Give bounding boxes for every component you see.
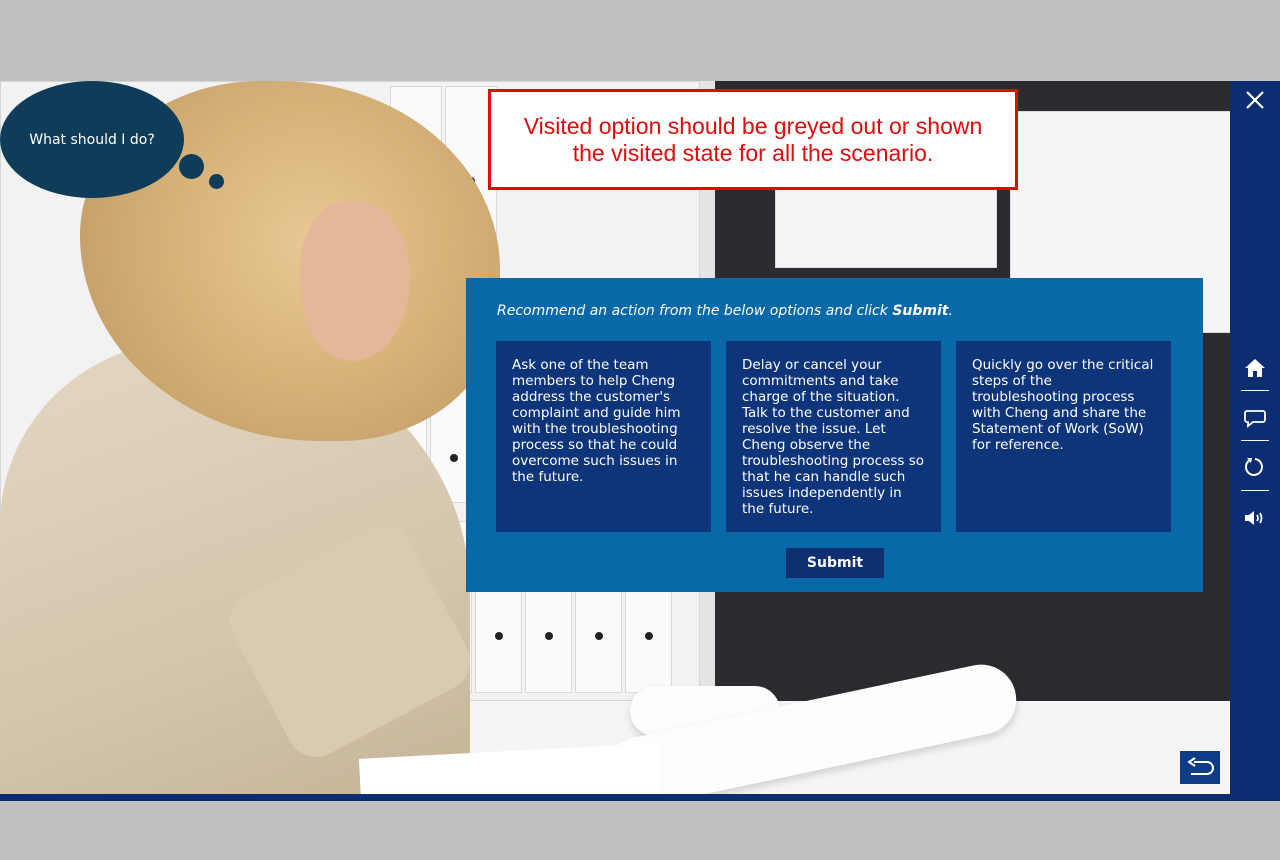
thought-bubble-dot — [209, 174, 224, 189]
thought-bubble-text: What should I do? — [29, 131, 155, 148]
close-icon — [1246, 91, 1264, 109]
volume-icon — [1245, 511, 1263, 525]
separator — [1241, 440, 1269, 441]
option-text: Ask one of the team members to help Chen… — [512, 357, 681, 485]
back-arrow-icon — [1187, 756, 1214, 775]
separator — [1241, 490, 1269, 491]
instruction-text: Recommend an action from the below optio… — [497, 303, 953, 319]
chat-button[interactable] — [1230, 406, 1280, 432]
option-card-3[interactable]: Quickly go over the critical steps of th… — [956, 341, 1171, 532]
home-icon — [1245, 359, 1265, 377]
home-button[interactable] — [1230, 355, 1280, 381]
right-navigation-bar — [1230, 81, 1280, 801]
option-card-2[interactable]: Delay or cancel your commitments and tak… — [726, 341, 941, 532]
instruction-submit-word: Submit — [892, 303, 949, 319]
replay-button[interactable] — [1230, 454, 1280, 480]
review-annotation-text: Visited option should be greyed out or s… — [523, 112, 983, 166]
replay-icon — [1245, 458, 1263, 476]
chat-icon — [1244, 410, 1266, 428]
volume-button[interactable] — [1230, 505, 1280, 531]
question-panel: Recommend an action from the below optio… — [466, 278, 1203, 592]
option-text: Delay or cancel your commitments and tak… — [742, 357, 925, 517]
submit-button[interactable]: Submit — [786, 548, 884, 578]
separator — [1241, 390, 1269, 391]
close-button[interactable] — [1230, 87, 1280, 113]
instruction-suffix: . — [948, 303, 953, 319]
instruction-prefix: Recommend an action from the below optio… — [497, 303, 893, 319]
option-text: Quickly go over the critical steps of th… — [972, 357, 1154, 453]
option-card-1[interactable]: Ask one of the team members to help Chen… — [496, 341, 711, 532]
thought-bubble: What should I do? — [0, 81, 184, 198]
review-annotation-box: Visited option should be greyed out or s… — [488, 89, 1018, 190]
thought-bubble-dot — [179, 154, 204, 179]
back-button[interactable] — [1180, 751, 1220, 784]
bottom-bar — [0, 794, 1230, 801]
